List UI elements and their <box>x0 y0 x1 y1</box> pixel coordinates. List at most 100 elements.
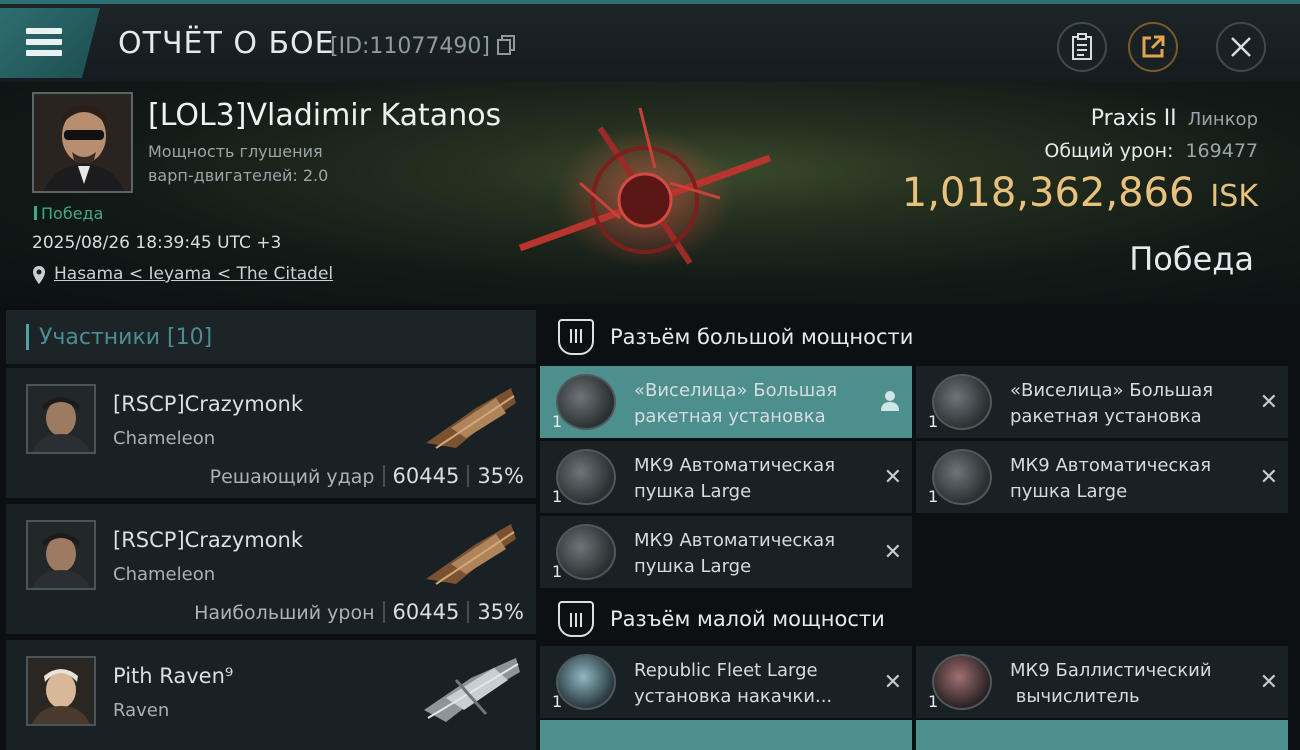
divider <box>467 465 470 487</box>
participant-damage: 60445 <box>392 464 460 488</box>
module-name: Republic Fleet Large установка накачки..… <box>634 658 874 710</box>
page-title: ОТЧЁТ О БОЕ <box>118 26 335 61</box>
module-count: 1 <box>928 692 939 711</box>
kill-location[interactable]: Hasama < Ieyama < The Citadel <box>32 264 333 284</box>
module-slot[interactable]: 1 МК9 Автоматическая пушка Large ✕ <box>916 441 1288 513</box>
participant-stats: Решающий удар 60445 35% <box>210 464 524 488</box>
victim-ship: Praxis II Линкор <box>1091 106 1258 131</box>
module-name-line1: МК9 Автоматическая <box>1010 455 1212 476</box>
participant-percent: 35% <box>477 600 524 624</box>
victim-attribute: Мощность глушения варп-двигателей: 2.0 <box>148 140 328 188</box>
victim-ship-class: Линкор <box>1187 109 1258 130</box>
module-count: 1 <box>552 562 563 581</box>
participants-header: Участники [10] <box>39 324 213 350</box>
destroyed-icon: ✕ <box>883 465 902 490</box>
total-damage-value: 169477 <box>1185 140 1258 162</box>
module-count: 1 <box>928 487 939 506</box>
clipboard-icon <box>1072 33 1092 60</box>
module-name-line2: ракетная установка <box>634 406 826 427</box>
participant-ship-image <box>424 658 520 722</box>
victim-avatar[interactable] <box>32 92 133 193</box>
status-tag: Победа <box>34 204 103 223</box>
module-name-line1: МК9 Баллистический <box>1010 660 1212 681</box>
module-slot[interactable]: 1 МК9 Баллистический вычислитель ✕ <box>916 646 1288 718</box>
victim-attribute-line2: варп-двигателей: 2.0 <box>148 166 329 185</box>
low-slot-header: Разъём малой мощности <box>540 592 1292 646</box>
autocannon-icon <box>556 524 616 580</box>
pilot-icon[interactable] <box>880 390 900 412</box>
module-name: МК9 Баллистический вычислитель <box>1010 658 1250 710</box>
module-count: 1 <box>552 412 563 431</box>
high-slot-header: Разъём большой мощности <box>540 310 1292 364</box>
location-link[interactable]: Hasama < Ieyama < The Citadel <box>54 264 333 284</box>
module-name-line1: МК9 Автоматическая <box>634 455 836 476</box>
participant-avatar[interactable] <box>26 384 96 454</box>
share-button[interactable] <box>1128 22 1178 72</box>
kill-datetime: 2025/08/26 18:39:45 UTC +3 <box>32 233 282 253</box>
divider <box>467 601 470 623</box>
destroyed-icon: ✕ <box>1259 465 1278 490</box>
module-name-line1: Republic Fleet Large <box>634 660 818 681</box>
isk-unit: ISK <box>1210 179 1258 214</box>
module-slot[interactable]: 1 МК9 Автоматическая пушка Large ✕ <box>540 441 912 513</box>
module-name: МК9 Автоматическая пушка Large <box>634 528 874 580</box>
participant-card[interactable]: [RSCP]Crazymonk Chameleon Наибольший уро… <box>6 504 536 634</box>
report-id[interactable]: [ID:11077490] <box>330 34 515 59</box>
module-count: 1 <box>552 487 563 506</box>
isk-value: 1,018,362,866 ISK <box>902 170 1258 216</box>
participant-ship: Chameleon <box>113 564 216 585</box>
victim-ship-name[interactable]: Praxis II <box>1091 106 1177 131</box>
divider <box>382 601 385 623</box>
participants-tab[interactable]: Участники [10] <box>6 310 536 364</box>
participant-avatar[interactable] <box>26 520 96 590</box>
close-button[interactable] <box>1216 22 1266 72</box>
module-name: «Виселица» Большая ракетная установка <box>1010 378 1250 430</box>
location-pin-icon <box>33 266 45 284</box>
participant-ship-image <box>426 388 516 449</box>
module-slot[interactable] <box>540 720 912 750</box>
total-damage-label: Общий урон: <box>1044 140 1174 162</box>
module-slot[interactable]: 1 Republic Fleet Large установка накачки… <box>540 646 912 718</box>
participant-role: Решающий удар <box>209 466 375 488</box>
module-count: 1 <box>552 692 563 711</box>
victim-name[interactable]: [LOL3]Vladimir Katanos <box>148 98 501 133</box>
participant-card[interactable]: Pith Raven⁹ Raven <box>6 640 536 750</box>
participant-stats: Наибольший урон 60445 35% <box>194 600 524 624</box>
participant-role: Наибольший урон <box>194 602 375 624</box>
module-slot[interactable]: 1 «Виселица» Большая ракетная установка … <box>916 366 1288 438</box>
autocannon-icon <box>556 449 616 505</box>
report-id-text: [ID:11077490] <box>330 34 490 59</box>
module-name-line1: «Виселица» Большая <box>1010 380 1214 401</box>
victim-portrait <box>34 94 131 191</box>
low-slot-label: Разъём малой мощности <box>610 607 885 631</box>
participant-portrait <box>28 658 94 724</box>
destroyed-icon: ✕ <box>883 670 902 695</box>
module-name-line1: МК9 Автоматическая <box>634 530 836 551</box>
participant-name[interactable]: Pith Raven⁹ <box>113 664 233 688</box>
module-name-line2: пушка Large <box>634 556 752 577</box>
low-slot-icon <box>558 601 594 637</box>
module-name-line2: пушка Large <box>634 481 752 502</box>
module-name-line2: установка накачки... <box>634 686 833 707</box>
clipboard-button[interactable] <box>1057 22 1107 72</box>
module-slot[interactable]: 1 МК9 Автоматическая пушка Large ✕ <box>540 516 912 588</box>
menu-button[interactable] <box>0 8 100 78</box>
destroyed-icon: ✕ <box>883 540 902 565</box>
close-icon <box>1231 37 1251 57</box>
victim-attribute-line1: Мощность глушения <box>148 142 323 161</box>
isk-amount: 1,018,362,866 <box>901 170 1195 216</box>
victim-ship-image <box>518 107 772 268</box>
participant-name[interactable]: [RSCP]Crazymonk <box>113 392 303 416</box>
participant-card[interactable]: [RSCP]Crazymonk Chameleon Решающий удар 6… <box>6 368 536 498</box>
copy-icon[interactable] <box>496 35 515 55</box>
participant-ship: Raven <box>113 700 170 721</box>
destroyed-icon: ✕ <box>1259 670 1278 695</box>
total-damage: Общий урон: 169477 <box>1044 140 1258 162</box>
module-slot[interactable] <box>916 720 1288 750</box>
module-name: МК9 Автоматическая пушка Large <box>1010 453 1250 505</box>
participant-name[interactable]: [RSCP]Crazymonk <box>113 528 303 552</box>
module-slot[interactable]: 1 «Виселица» Большая ракетная установка <box>540 366 912 438</box>
module-name: «Виселица» Большая ракетная установка <box>634 378 874 430</box>
hamburger-icon <box>26 28 62 61</box>
participant-avatar[interactable] <box>26 656 96 726</box>
